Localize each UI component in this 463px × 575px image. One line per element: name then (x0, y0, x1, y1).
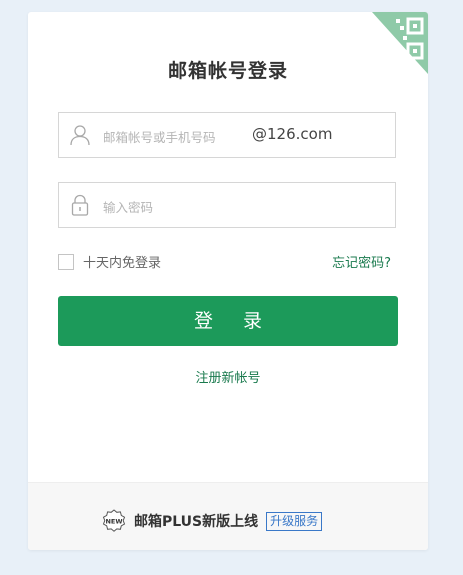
password-placeholder: 输入密码 (103, 200, 154, 215)
remember-checkbox[interactable] (58, 253, 74, 270)
domain-suffix: @126.com (252, 125, 333, 143)
lock-icon (69, 194, 91, 216)
plus-promo-text: 邮箱PLUS新版上线 (134, 514, 259, 530)
login-button[interactable]: 登 录 (58, 296, 398, 346)
page-title: 邮箱帐号登录 (167, 60, 288, 82)
user-icon (69, 124, 91, 146)
remember-label[interactable]: 十天内免登录 (83, 252, 161, 271)
account-placeholder: 邮箱帐号或手机号码 (103, 130, 216, 145)
remember-me: 十天内免登录 (58, 252, 161, 271)
account-input[interactable]: 邮箱帐号或手机号码 @126.com (58, 112, 396, 158)
plus-promo: NEW 邮箱PLUS新版上线 升级服务 (102, 509, 323, 533)
new-badge-icon: NEW (102, 509, 126, 533)
password-input[interactable]: 输入密码 (58, 182, 396, 228)
footer: NEW 邮箱PLUS新版上线 升级服务 (28, 482, 428, 550)
register-link[interactable]: 注册新帐号 (28, 367, 428, 386)
upgrade-button[interactable]: 升级服务 (266, 511, 323, 531)
new-badge-text: NEW (105, 518, 122, 526)
forgot-password-link[interactable]: 忘记密码? (332, 252, 391, 271)
login-card: 邮箱帐号登录 邮箱帐号或手机号码 @126.com 输入密码 十天内免登录 忘记… (28, 12, 428, 550)
